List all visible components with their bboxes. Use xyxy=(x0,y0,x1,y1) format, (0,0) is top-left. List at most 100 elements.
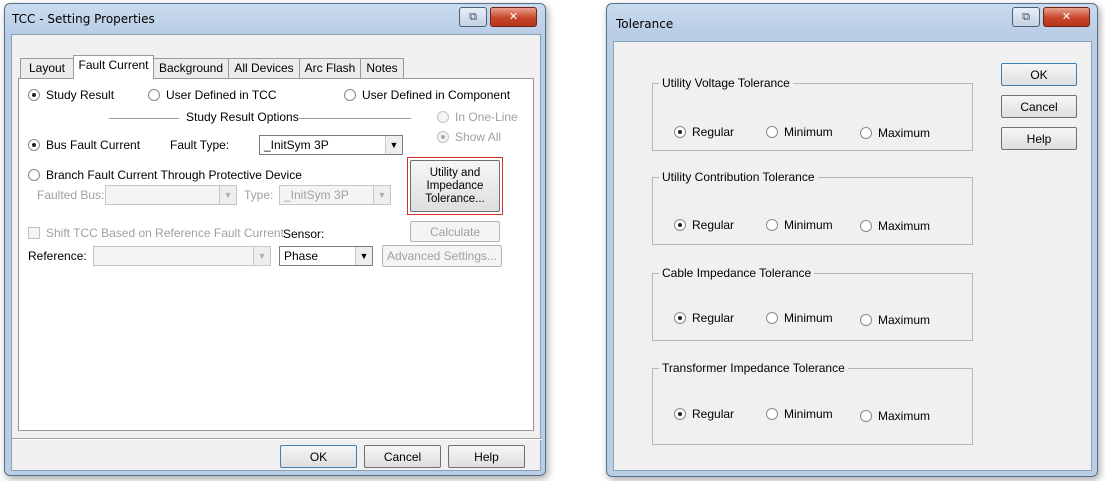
radio-indicator xyxy=(674,126,686,138)
group-title: Utility Contribution Tolerance xyxy=(659,170,818,184)
radio-in-one-line[interactable]: In One-Line xyxy=(437,110,518,124)
radio-user-defined-component[interactable]: User Defined in Component xyxy=(344,88,510,102)
tab-label: Arc Flash xyxy=(304,61,356,75)
tab-arc-flash[interactable]: Arc Flash xyxy=(299,58,361,78)
button-label: Cancel xyxy=(383,449,422,464)
radio-regular[interactable]: Regular xyxy=(674,407,734,421)
tab-label: Background xyxy=(158,61,224,75)
restore-button[interactable]: ⧉ xyxy=(459,7,487,27)
radio-label: Regular xyxy=(692,407,735,421)
title-bar[interactable]: TCC - Setting Properties ⧉ ✕ xyxy=(5,4,545,34)
utility-impedance-tolerance-button[interactable]: Utility and Impedance Tolerance... xyxy=(410,160,500,212)
button-label: Cancel xyxy=(1020,99,1058,114)
radio-indicator xyxy=(766,312,778,324)
radio-maximum[interactable]: Maximum xyxy=(860,313,930,327)
radio-minimum[interactable]: Minimum xyxy=(766,125,833,139)
close-icon: ✕ xyxy=(1061,11,1072,23)
radio-label: Minimum xyxy=(784,407,833,421)
radio-minimum[interactable]: Minimum xyxy=(766,218,833,232)
type-dropdown[interactable]: _InitSym 3P ▼ xyxy=(279,185,391,205)
ok-button[interactable]: OK xyxy=(1001,63,1077,86)
ok-button[interactable]: OK xyxy=(280,445,357,468)
tab-label: Notes xyxy=(366,61,398,75)
study-result-options-label: Study Result Options xyxy=(186,110,299,124)
restore-button[interactable]: ⧉ xyxy=(1012,7,1040,27)
tab-background[interactable]: Background xyxy=(153,58,229,78)
radio-user-defined-tcc[interactable]: User Defined in TCC xyxy=(148,88,276,102)
chevron-down-icon: ▼ xyxy=(253,247,270,265)
radio-label: Study Result xyxy=(46,88,115,102)
button-label: OK xyxy=(1030,67,1048,82)
tab-label: Layout xyxy=(28,61,66,75)
radio-regular[interactable]: Regular xyxy=(674,311,734,325)
radio-show-all[interactable]: Show All xyxy=(437,130,501,144)
radio-label: Regular xyxy=(692,125,735,139)
radio-study-result[interactable]: Study Result xyxy=(28,88,114,102)
advanced-settings-button[interactable]: Advanced Settings... xyxy=(382,245,502,267)
radio-bus-fault-current[interactable]: Bus Fault Current xyxy=(28,138,140,152)
radio-indicator xyxy=(860,220,872,232)
radio-regular[interactable]: Regular xyxy=(674,125,734,139)
radio-indicator xyxy=(766,219,778,231)
radio-regular[interactable]: Regular xyxy=(674,218,734,232)
close-button[interactable]: ✕ xyxy=(490,7,537,27)
reference-dropdown[interactable]: ▼ xyxy=(93,246,271,266)
radio-maximum[interactable]: Maximum xyxy=(860,126,930,140)
radio-label: Bus Fault Current xyxy=(46,138,141,152)
radio-indicator xyxy=(674,219,686,231)
radio-indicator xyxy=(860,314,872,326)
help-button[interactable]: Help xyxy=(448,445,525,468)
radio-label: User Defined in Component xyxy=(362,88,511,102)
cable-impedance-tolerance-group: Cable Impedance Tolerance Regular Minimu… xyxy=(652,266,973,341)
radio-branch-fault-current[interactable]: Branch Fault Current Through Protective … xyxy=(28,168,302,182)
radio-indicator xyxy=(860,410,872,422)
cancel-button[interactable]: Cancel xyxy=(364,445,441,468)
utility-contribution-tolerance-group: Utility Contribution Tolerance Regular M… xyxy=(652,170,973,245)
radio-maximum[interactable]: Maximum xyxy=(860,409,930,423)
fault-type-dropdown[interactable]: _InitSym 3P ▼ xyxy=(259,135,403,155)
bottom-divider xyxy=(12,438,542,440)
dropdown-value: _InitSym 3P xyxy=(264,138,329,152)
button-label: Advanced Settings... xyxy=(386,249,498,263)
title-bar[interactable]: Tolerance ⧉ ✕ xyxy=(607,4,1097,34)
group-title: Transformer Impedance Tolerance xyxy=(659,361,848,375)
tab-all-devices[interactable]: All Devices xyxy=(228,58,300,78)
faulted-bus-dropdown[interactable]: ▼ xyxy=(105,185,237,205)
close-button[interactable]: ✕ xyxy=(1043,7,1090,27)
help-button[interactable]: Help xyxy=(1001,127,1077,150)
radio-minimum[interactable]: Minimum xyxy=(766,311,833,325)
tab-fault-current[interactable]: Fault Current xyxy=(73,55,154,79)
dropdown-value: Phase xyxy=(284,249,319,263)
window-title: Tolerance xyxy=(616,17,674,31)
group-title: Cable Impedance Tolerance xyxy=(659,266,815,280)
type-label: Type: xyxy=(244,188,274,202)
radio-label: In One-Line xyxy=(455,110,518,124)
chevron-down-icon: ▼ xyxy=(385,136,402,154)
faulted-bus-label: Faulted Bus: xyxy=(37,188,105,202)
shift-tcc-checkbox[interactable]: Shift TCC Based on Reference Fault Curre… xyxy=(28,226,284,240)
button-label: OK xyxy=(309,449,328,464)
window-title: TCC - Setting Properties xyxy=(12,12,155,26)
tab-layout[interactable]: Layout xyxy=(20,58,74,78)
radio-label: Minimum xyxy=(784,311,833,325)
cancel-button[interactable]: Cancel xyxy=(1001,95,1077,118)
radio-label: Branch Fault Current Through Protective … xyxy=(46,168,302,182)
tcc-setting-properties-window: TCC - Setting Properties ⧉ ✕ Layout Faul… xyxy=(4,3,546,476)
reference-label: Reference: xyxy=(28,249,87,263)
radio-minimum[interactable]: Minimum xyxy=(766,407,833,421)
radio-maximum[interactable]: Maximum xyxy=(860,219,930,233)
calculate-button[interactable]: Calculate xyxy=(410,221,500,242)
sensor-dropdown[interactable]: Phase ▼ xyxy=(279,246,373,266)
transformer-impedance-tolerance-group: Transformer Impedance Tolerance Regular … xyxy=(652,361,973,445)
tab-label: Fault Current xyxy=(78,58,149,72)
checkbox-label: Shift TCC Based on Reference Fault Curre… xyxy=(46,226,284,240)
button-label-line: Tolerance... xyxy=(425,192,485,205)
checkbox-indicator xyxy=(28,227,40,239)
sensor-label: Sensor: xyxy=(283,227,325,241)
radio-indicator xyxy=(437,111,449,123)
tab-notes[interactable]: Notes xyxy=(360,58,404,78)
chevron-down-icon: ▼ xyxy=(219,186,236,204)
restore-icon: ⧉ xyxy=(469,11,477,23)
radio-indicator xyxy=(148,89,160,101)
radio-indicator xyxy=(674,408,686,420)
